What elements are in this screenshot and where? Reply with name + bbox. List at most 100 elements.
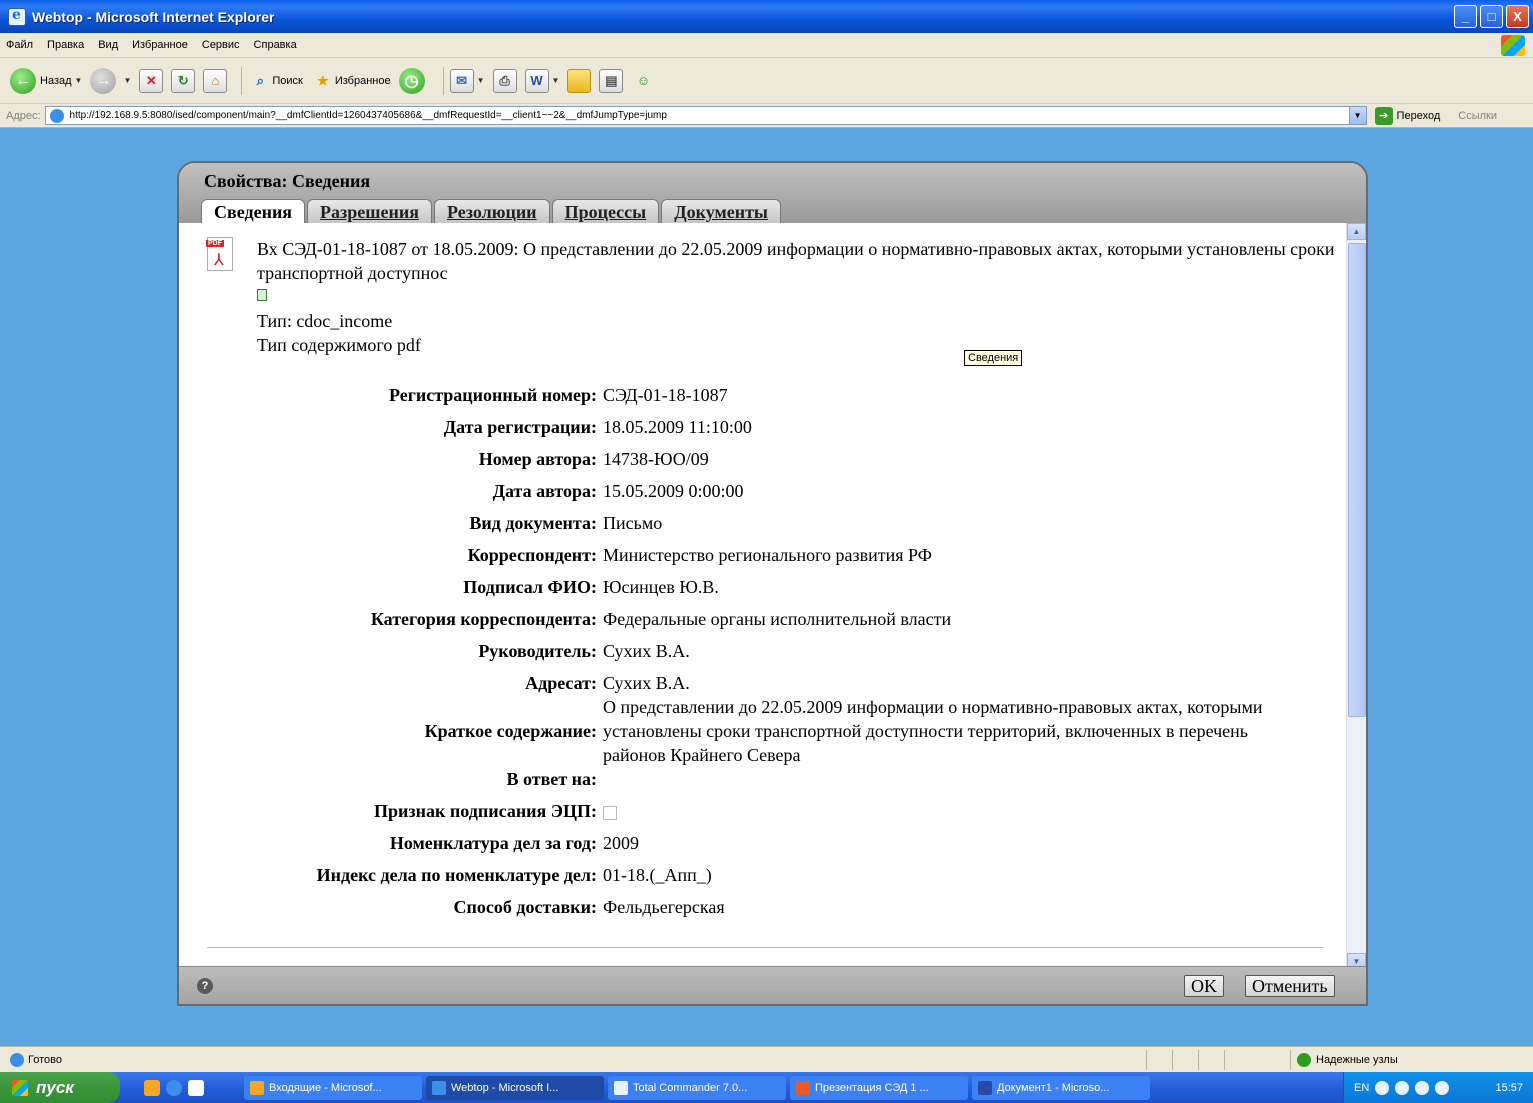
outlook-icon[interactable] <box>144 1079 160 1096</box>
task-button[interactable]: Входящие - Microsof... <box>244 1075 422 1100</box>
property-label: Руководитель: <box>478 641 597 661</box>
favorites-button[interactable]: ★ Избранное <box>311 69 391 93</box>
messenger-button[interactable]: ☺ <box>631 69 655 93</box>
menu-bar: Файл Правка Вид Избранное Сервис Справка <box>0 33 1533 58</box>
address-input[interactable]: http://192.168.9.5:8080/ised/component/m… <box>44 106 1367 125</box>
property-row: Руководитель: Сухих В.А. <box>179 639 1348 663</box>
help-icon[interactable]: ? <box>197 978 213 994</box>
menu-file[interactable]: Файл <box>6 39 33 51</box>
chevron-down-icon[interactable]: ▼ <box>1348 107 1366 124</box>
ie-icon[interactable] <box>166 1079 182 1096</box>
property-label: Адресат: <box>525 673 597 693</box>
taskbar: пуск Входящие - Microsof... Webtop - Mic… <box>0 1072 1533 1103</box>
ok-button[interactable]: OK <box>1184 975 1224 997</box>
task-button[interactable]: Презентация СЭД 1 ... <box>790 1075 968 1100</box>
vertical-scrollbar[interactable]: ▲ ▼ <box>1346 223 1366 970</box>
property-value: Сухих В.А. <box>603 641 690 661</box>
property-value: СЭД-01-18-1087 <box>603 385 728 405</box>
print-button[interactable]: ⎙ <box>492 68 517 93</box>
favorites-label: Избранное <box>334 74 391 87</box>
security-zone: Надежные узлы <box>1297 1052 1398 1067</box>
scroll-up-icon[interactable]: ▲ <box>1347 223 1366 240</box>
history-button[interactable]: ◷ <box>398 67 429 94</box>
tab-resolutions[interactable]: Резолюции <box>433 199 550 223</box>
pdf-icon[interactable]: PDF ⅄ <box>206 237 233 271</box>
tab-processes[interactable]: Процессы <box>551 199 660 223</box>
volume-icon[interactable] <box>1435 1080 1450 1095</box>
property-value: Министерство регионального развития РФ <box>603 545 932 565</box>
links-button[interactable]: Ссылки <box>1458 110 1497 122</box>
menu-favorites[interactable]: Избранное <box>132 39 188 51</box>
document-title[interactable]: Вх СЭД-01-18-1087 от 18.05.2009: О предс… <box>257 237 1337 285</box>
dialog-header: Свойства: Сведения Сведения Разрешения Р… <box>179 163 1366 223</box>
property-value: Письмо <box>603 513 663 533</box>
property-value: 18.05.2009 11:10:00 <box>603 417 752 437</box>
stop-icon: ✕ <box>139 68 164 93</box>
chevron-down-icon: ▼ <box>476 76 485 85</box>
refresh-button[interactable]: ↻ <box>171 68 196 93</box>
mail-icon[interactable] <box>1415 1080 1430 1095</box>
attachment-icon[interactable] <box>257 289 267 301</box>
property-row: Способ доставки: Фельдьегерская <box>179 895 1348 919</box>
property-row: Категория корреспондента: Федеральные ор… <box>179 607 1348 631</box>
print-icon: ⎙ <box>492 68 517 93</box>
network-icon[interactable] <box>1375 1080 1390 1095</box>
page-status-icon <box>10 1052 24 1067</box>
property-label: Дата регистрации: <box>443 417 597 437</box>
powerpoint-icon <box>796 1080 810 1095</box>
word-icon[interactable] <box>188 1079 204 1096</box>
task-button[interactable]: Документ1 - Microso... <box>972 1075 1150 1100</box>
dialog-body: PDF ⅄ Вх СЭД-01-18-1087 от 18.05.2009: О… <box>179 223 1348 970</box>
home-button[interactable]: ⌂ <box>203 68 228 93</box>
menu-view[interactable]: Вид <box>98 39 118 51</box>
task-button[interactable]: Total Commander 7.0... <box>608 1075 786 1100</box>
edit-button[interactable]: W ▼ <box>524 68 559 93</box>
search-button[interactable]: ⌕ Поиск <box>248 69 303 93</box>
toolbar-separator <box>241 66 243 95</box>
start-button[interactable]: пуск <box>0 1072 120 1103</box>
property-value <box>603 799 1303 823</box>
property-row: Подписал ФИО: Юсинцев Ю.В. <box>179 575 1348 599</box>
status-divider <box>1172 1050 1173 1070</box>
start-label: пуск <box>36 1077 74 1097</box>
mail-button[interactable]: ✉ ▼ <box>449 68 485 93</box>
status-divider <box>1224 1050 1225 1070</box>
language-indicator[interactable]: EN <box>1354 1082 1369 1094</box>
page-icon <box>49 108 64 123</box>
folder-button[interactable] <box>567 68 592 93</box>
menu-help[interactable]: Справка <box>254 39 297 51</box>
tab-info[interactable]: Сведения <box>201 199 306 223</box>
forward-button[interactable]: → ▼ <box>90 67 131 94</box>
menu-tools[interactable]: Сервис <box>202 39 240 51</box>
go-button[interactable]: ➔ Переход <box>1374 106 1440 125</box>
task-button[interactable]: Webtop - Microsoft I... <box>426 1075 604 1100</box>
property-row: Вид документа: Письмо <box>179 511 1348 535</box>
antivirus-icon[interactable] <box>1395 1080 1410 1095</box>
tab-permissions[interactable]: Разрешения <box>307 199 432 223</box>
property-value: Фельдьегерская <box>603 897 725 917</box>
property-label: Регистрационный номер: <box>388 385 597 405</box>
tab-documents[interactable]: Документы <box>661 199 781 223</box>
property-label: Вид документа: <box>469 513 597 533</box>
system-tray: EN 15:57 <box>1343 1072 1533 1103</box>
ecp-checkbox[interactable] <box>603 805 617 820</box>
trusted-zone-icon <box>1297 1052 1311 1067</box>
research-button[interactable]: ▤ <box>599 68 624 93</box>
property-row: Дата автора: 15.05.2009 0:00:00 <box>179 479 1348 503</box>
quick-launch <box>144 1079 204 1096</box>
menu-edit[interactable]: Правка <box>47 39 84 51</box>
ie-icon <box>432 1080 446 1095</box>
content-type: Тип содержимого pdf <box>257 335 421 355</box>
minimize-button[interactable]: _ <box>1454 5 1477 28</box>
property-value: Юсинцев Ю.В. <box>603 577 719 597</box>
stop-button[interactable]: ✕ <box>139 68 164 93</box>
property-row: Номенклатура дел за год: 2009 <box>179 831 1348 855</box>
maximize-button[interactable]: □ <box>1480 5 1503 28</box>
property-value: 15.05.2009 0:00:00 <box>603 481 744 501</box>
word-icon <box>978 1080 992 1095</box>
close-button[interactable]: X <box>1506 5 1529 28</box>
cancel-button[interactable]: Отменить <box>1245 975 1335 997</box>
address-label: Адрес: <box>6 109 41 122</box>
back-button[interactable]: ← Назад ▼ <box>10 67 82 94</box>
scroll-thumb[interactable] <box>1348 243 1366 717</box>
